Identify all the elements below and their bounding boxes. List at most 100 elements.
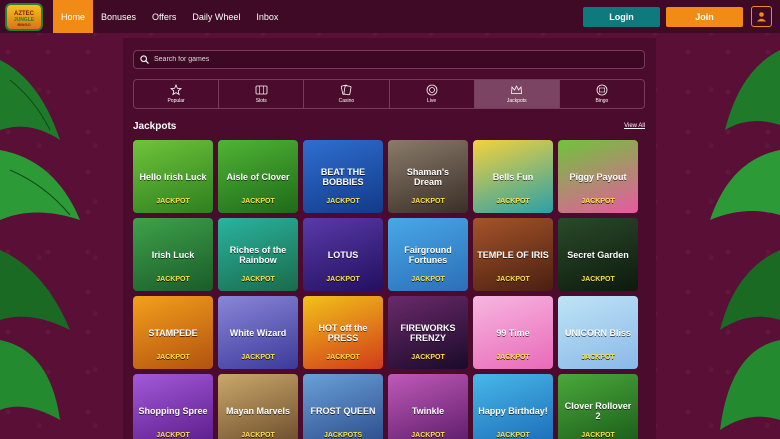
game-title: Happy Birthday! bbox=[478, 405, 548, 416]
game-jackpot-label: JACKPOT bbox=[241, 432, 275, 439]
game-jackpot-label: JACKPOT bbox=[581, 432, 615, 439]
search-input[interactable] bbox=[154, 56, 634, 63]
game-title: UNICORN Bliss bbox=[564, 327, 631, 338]
auth-buttons: Login Join bbox=[583, 6, 772, 27]
crown-icon bbox=[511, 85, 523, 94]
game-jackpot-label: JACKPOT bbox=[496, 276, 530, 283]
tab-bingo-label: Bingo bbox=[595, 98, 609, 104]
game-jackpot-label: JACKPOT bbox=[581, 354, 615, 361]
game-tile[interactable]: Mayan Marvels JACKPOT bbox=[218, 374, 298, 439]
logo-badge: AZTEC JUNGLE BINGO bbox=[5, 2, 43, 31]
game-title: Secret Garden bbox=[567, 249, 629, 260]
game-tile[interactable]: Happy Birthday! JACKPOT bbox=[473, 374, 553, 439]
game-tile[interactable]: Riches of the Rainbow JACKPOT bbox=[218, 218, 298, 291]
search-icon bbox=[140, 55, 149, 64]
game-title: TEMPLE OF IRIS bbox=[477, 249, 549, 260]
nav-home[interactable]: Home bbox=[53, 0, 94, 33]
site-logo[interactable]: AZTEC JUNGLE BINGO bbox=[0, 0, 48, 33]
game-jackpot-label: JACKPOT bbox=[326, 198, 360, 205]
top-navigation-bar: AZTEC JUNGLE BINGO Home Bonuses Offers D… bbox=[0, 0, 780, 33]
games-grid: Hello Irish Luck JACKPOT Aisle of Clover JA… bbox=[133, 140, 645, 439]
tab-slots[interactable]: Slots bbox=[219, 80, 305, 108]
game-title: Piggy Payout bbox=[569, 171, 627, 182]
game-tile[interactable]: Secret Garden JACKPOT bbox=[558, 218, 638, 291]
game-title: Riches of the Rainbow bbox=[229, 244, 287, 265]
game-title: HOT off the PRESS bbox=[318, 322, 368, 343]
game-tile[interactable]: Clover Rollover 2 JACKPOT bbox=[558, 374, 638, 439]
game-jackpot-label: JACKPOT bbox=[156, 276, 190, 283]
game-tile[interactable]: Irish Luck JACKPOT bbox=[133, 218, 213, 291]
join-button[interactable]: Join bbox=[666, 6, 743, 27]
game-title: Bells Fun bbox=[492, 171, 534, 182]
game-tile[interactable]: Piggy Payout JACKPOT bbox=[558, 140, 638, 213]
game-tile[interactable]: Bells Fun JACKPOT bbox=[473, 140, 553, 213]
game-tile[interactable]: Shopping Spree JACKPOT bbox=[133, 374, 213, 439]
game-jackpot-label: JACKPOT bbox=[581, 198, 615, 205]
game-jackpot-label: JACKPOT bbox=[156, 354, 190, 361]
game-jackpot-label: JACKPOT bbox=[326, 354, 360, 361]
nav-daily-wheel[interactable]: Daily Wheel bbox=[184, 0, 248, 33]
bingo-icon bbox=[596, 84, 608, 96]
nav-bonuses[interactable]: Bonuses bbox=[93, 0, 144, 33]
tab-popular[interactable]: Popular bbox=[134, 80, 220, 108]
game-title: Hello Irish Luck bbox=[139, 171, 207, 182]
tab-live[interactable]: Live bbox=[390, 80, 475, 108]
game-tile[interactable]: HOT off the PRESS JACKPOT bbox=[303, 296, 383, 369]
game-tile[interactable]: 99 Time JACKPOT bbox=[473, 296, 553, 369]
game-title: Twinkle bbox=[411, 405, 445, 416]
game-jackpot-label: JACKPOT bbox=[581, 276, 615, 283]
logo-icon: AZTEC JUNGLE BINGO bbox=[14, 11, 35, 26]
game-tile[interactable]: FIREWORKS FRENZY JACKPOT bbox=[388, 296, 468, 369]
game-tile[interactable]: STAMPEDE JACKPOT bbox=[133, 296, 213, 369]
game-jackpot-label: JACKPOT bbox=[241, 354, 275, 361]
game-jackpot-label: JACKPOT bbox=[496, 432, 530, 439]
game-jackpot-label: JACKPOT bbox=[496, 198, 530, 205]
game-title: FROST QUEEN bbox=[310, 405, 376, 416]
game-title: LOTUS bbox=[327, 249, 359, 260]
tab-slots-label: Slots bbox=[255, 98, 267, 104]
game-tile[interactable]: Fairground Fortunes JACKPOT bbox=[388, 218, 468, 291]
game-tile[interactable]: Shaman's Dream JACKPOT bbox=[388, 140, 468, 213]
game-tile[interactable]: TEMPLE OF IRIS JACKPOT bbox=[473, 218, 553, 291]
main-content: Popular Slots Casino Live bbox=[123, 38, 656, 439]
game-jackpot-label: JACKPOT bbox=[241, 198, 275, 205]
tab-jackpots[interactable]: Jackpots bbox=[474, 80, 560, 108]
tab-jackpots-label: Jackpots bbox=[506, 98, 527, 104]
game-title: STAMPEDE bbox=[148, 327, 198, 338]
left-leaves-decoration bbox=[0, 60, 80, 420]
view-all-link[interactable]: View All bbox=[624, 123, 645, 129]
tab-bingo[interactable]: Bingo bbox=[560, 80, 644, 108]
search-bar[interactable] bbox=[133, 50, 645, 69]
game-tile[interactable]: Aisle of Clover JACKPOT bbox=[218, 140, 298, 213]
tab-casino[interactable]: Casino bbox=[304, 80, 390, 108]
game-tile[interactable]: Twinkle JACKPOT bbox=[388, 374, 468, 439]
right-leaves-decoration bbox=[710, 50, 780, 430]
chip-icon bbox=[426, 84, 437, 96]
game-jackpot-label: JACKPOT bbox=[326, 276, 360, 283]
slot-machine-icon bbox=[255, 85, 268, 95]
game-title: Clover Rollover 2 bbox=[564, 400, 632, 421]
game-jackpot-label: JACKPOT bbox=[411, 276, 445, 283]
game-tile[interactable]: Hello Irish Luck JACKPOT bbox=[133, 140, 213, 213]
star-icon bbox=[170, 84, 183, 96]
user-icon bbox=[757, 12, 766, 22]
nav-inbox[interactable]: Inbox bbox=[248, 0, 286, 33]
game-jackpot-label: JACKPOT bbox=[241, 276, 275, 283]
user-account-button[interactable] bbox=[751, 6, 772, 27]
game-title: Shopping Spree bbox=[138, 405, 208, 416]
game-jackpot-label: JACKPOT bbox=[156, 198, 190, 205]
nav-offers[interactable]: Offers bbox=[144, 0, 184, 33]
game-title: Mayan Marvels bbox=[225, 405, 291, 416]
game-tile[interactable]: White Wizard JACKPOT bbox=[218, 296, 298, 369]
game-jackpot-label: JACKPOT bbox=[156, 432, 190, 439]
section-title: Jackpots bbox=[133, 121, 177, 132]
game-jackpot-label: JACKPOT bbox=[411, 354, 445, 361]
login-button[interactable]: Login bbox=[583, 6, 660, 27]
cards-icon bbox=[341, 84, 352, 96]
game-tile[interactable]: LOTUS JACKPOT bbox=[303, 218, 383, 291]
game-tile[interactable]: BEAT THE BOBBIES JACKPOT bbox=[303, 140, 383, 213]
game-title: 99 Time bbox=[496, 327, 530, 338]
game-jackpot-label: JACKPOT bbox=[496, 354, 530, 361]
game-tile[interactable]: FROST QUEEN JACKPOTS bbox=[303, 374, 383, 439]
game-tile[interactable]: UNICORN Bliss JACKPOT bbox=[558, 296, 638, 369]
